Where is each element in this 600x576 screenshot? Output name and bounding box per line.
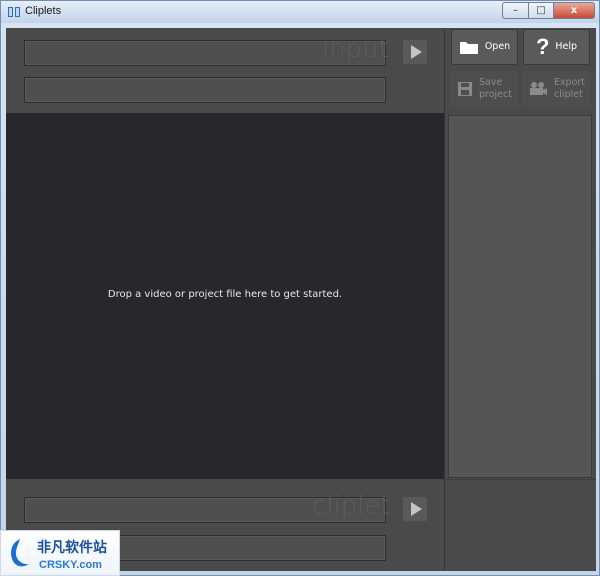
right-divider	[445, 479, 596, 480]
play-icon	[411, 502, 422, 516]
site-logo-overlay: 非凡软件站 CRSKY.com	[0, 530, 120, 576]
logo-swirl-icon	[11, 539, 30, 567]
input-play-button[interactable]	[403, 40, 427, 64]
folder-icon	[459, 42, 478, 54]
window-controls: – □ x	[502, 2, 595, 19]
logo-en-text: CRSKY.com	[39, 559, 102, 571]
help-label: Help	[555, 41, 578, 52]
help-button[interactable]: ? Help	[523, 29, 590, 65]
open-label: Open	[484, 41, 511, 52]
export-cliplet-button[interactable]: Export cliplet	[523, 71, 590, 107]
open-button[interactable]: Open	[451, 29, 518, 65]
input-range-field[interactable]	[24, 77, 386, 103]
close-button[interactable]: x	[553, 2, 595, 19]
logo-cn-text: 非凡软件站	[37, 540, 107, 556]
app-window: Cliplets – □ x input Drop a video or pro…	[0, 0, 600, 576]
question-icon: ?	[535, 34, 550, 59]
window-title: Cliplets	[25, 5, 62, 17]
film-camera-icon	[529, 82, 547, 95]
export-label-line2: cliplet	[553, 89, 583, 100]
right-sidebar: Open ? Help Save project Export cliplet	[445, 28, 596, 571]
play-icon	[411, 45, 422, 59]
save-label-line1: Save	[479, 77, 503, 88]
client-area: input Drop a video or project file here …	[6, 28, 596, 571]
video-dropzone[interactable]: Drop a video or project file here to get…	[6, 113, 444, 479]
export-label-line1: Export	[553, 77, 586, 88]
dropzone-message: Drop a video or project file here to get…	[107, 289, 343, 300]
export-cliplet-label: Export cliplet	[554, 77, 585, 101]
title-bar[interactable]: Cliplets – □ x	[1, 1, 599, 23]
input-watermark: input	[322, 34, 389, 64]
maximize-button[interactable]: □	[528, 2, 553, 19]
cliplets-app-icon	[8, 7, 20, 17]
cliplet-list-panel[interactable]	[448, 115, 592, 478]
minimize-button[interactable]: –	[502, 2, 528, 19]
input-panel: input	[6, 28, 444, 113]
cliplet-play-button[interactable]	[403, 497, 427, 521]
floppy-disk-icon	[458, 82, 472, 96]
save-label-line2: project	[479, 89, 512, 100]
save-project-label: Save project	[479, 77, 512, 101]
save-project-button[interactable]: Save project	[451, 71, 518, 107]
cliplet-watermark: cliplet	[312, 491, 391, 521]
